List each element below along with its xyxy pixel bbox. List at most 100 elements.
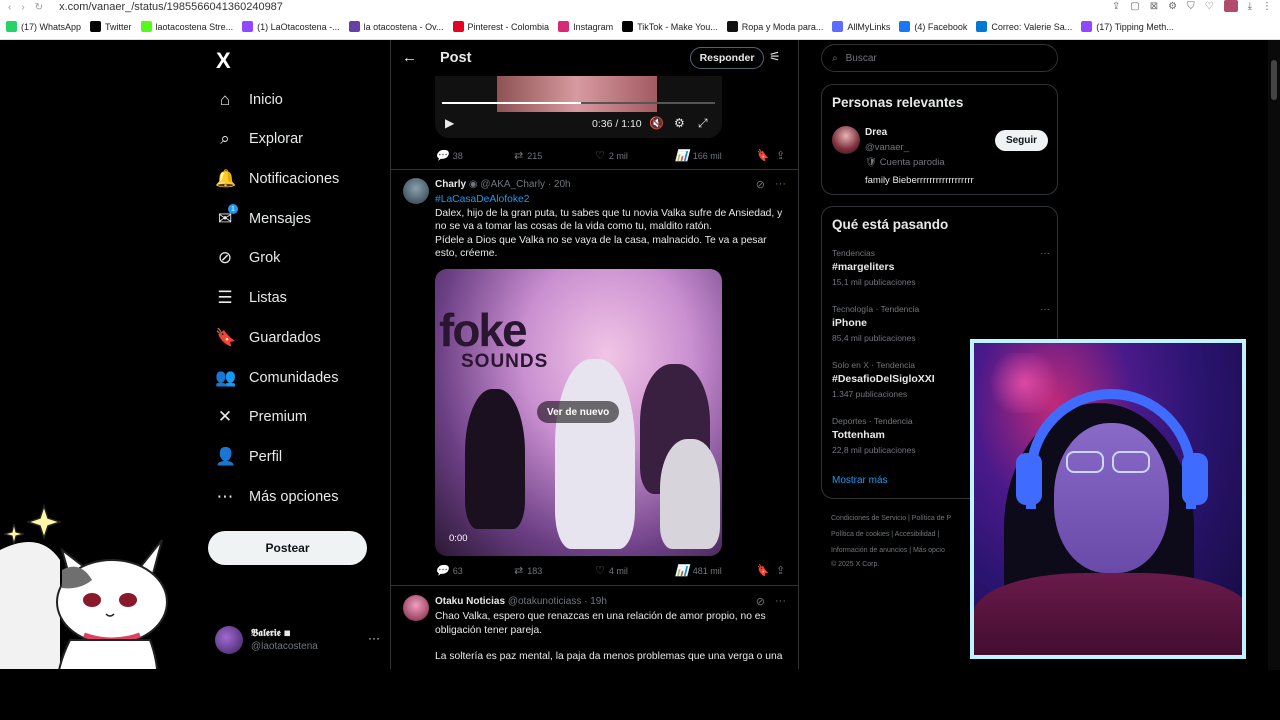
sidebar-item-guardados[interactable]: 🔖 Guardados [215, 323, 321, 353]
tabs-icon[interactable]: ▢ [1130, 1, 1139, 12]
reply-action[interactable]: 💬 63 [435, 564, 463, 577]
tweet-author-name[interactable]: Otaku Noticias [435, 596, 505, 607]
bookmark-item[interactable]: (17) WhatsApp [6, 21, 81, 32]
trend-item[interactable]: Tendencias #margeliters 15,1 mil publicaci… [832, 248, 1052, 287]
url-text[interactable]: x.com/vanaer_/status/1985566041360240987 [59, 1, 283, 13]
like-action[interactable]: ♡ 4 mil [595, 564, 628, 577]
like-action[interactable]: ♡ 2 mil [595, 149, 628, 162]
x-logo-icon[interactable]: X [216, 48, 231, 74]
bookmark-item[interactable]: la otacostena - Ov... [348, 21, 444, 32]
tweet-body-text: Chao Valka, espero que renazcas en una r… [435, 611, 766, 636]
search-icon: ⌕ [220, 129, 230, 148]
views-action[interactable]: 📊 166 mil [675, 149, 722, 162]
video-player[interactable]: ▶ 0:36 / 1:10 🔇 ⚙ ⤢ [435, 76, 722, 138]
post-button[interactable]: Postear [208, 531, 367, 565]
account-switcher[interactable]: 𝕭𝖆𝖑𝖊𝖗𝖎𝖊 ◾ @laotacostena ··· [215, 625, 380, 655]
extension-icon[interactable]: ⇪ [1112, 1, 1120, 12]
download-icon[interactable]: ⤓ [1248, 1, 1252, 12]
sidebar-item-label: Notificaciones [249, 171, 340, 187]
tune-icon[interactable]: ⚟ [769, 49, 781, 65]
more-icon[interactable]: ··· [368, 631, 380, 645]
video-progress-bar[interactable] [442, 102, 715, 104]
reload-icon[interactable]: ↻ [35, 2, 43, 13]
replay-button[interactable]: Ver de nuevo [537, 401, 620, 423]
trend-name: iPhone [832, 317, 868, 329]
avatar[interactable] [403, 178, 429, 204]
sidebar-item-notificaciones[interactable]: 🔔 Notificaciones [215, 164, 339, 194]
person-name[interactable]: Drea [865, 127, 887, 138]
bookmark-item[interactable]: (1) LaOtacostena -... [242, 21, 340, 32]
bookmark-label: Twitter [105, 21, 132, 32]
menu-icon[interactable]: ⋮ [1262, 1, 1272, 12]
bookmark-item[interactable]: TikTok - Make You... [622, 21, 718, 32]
avatar[interactable] [832, 126, 860, 154]
bookmark-item[interactable]: Correo: Valerie Sa... [976, 21, 1072, 32]
bookmark-item[interactable]: Pinterest - Colombia [452, 21, 549, 32]
sidebar-item-m-s-opciones[interactable]: ⋯ Más opciones [215, 482, 339, 512]
bookmark-item[interactable]: Ropa y Moda para... [726, 21, 823, 32]
scrollbar-thumb[interactable] [1271, 60, 1277, 100]
bookmark-item[interactable]: Twitter [90, 21, 132, 32]
views-action[interactable]: 📊 481 mil [675, 564, 722, 577]
more-icon[interactable]: ··· [775, 595, 786, 608]
profile-avatar[interactable] [1223, 0, 1238, 12]
more-icon[interactable]: ··· [775, 178, 786, 191]
share-icon[interactable]: ⇪ [776, 149, 785, 162]
footer-link[interactable]: Condiciones de Servicio | Política de P [831, 515, 951, 522]
follow-button[interactable]: Seguir [995, 130, 1048, 151]
more-icon[interactable]: ··· [1040, 248, 1050, 259]
bookmark-item[interactable]: AllMyLinks [832, 21, 890, 32]
sidebar-item-label: Comunidades [249, 370, 339, 386]
tweet-author-name[interactable]: Charly [435, 179, 466, 190]
tweet-author-handle[interactable]: @otakunoticiass · 19h [508, 596, 607, 607]
repost-action[interactable]: ⇄ 183 [514, 564, 542, 577]
search-input[interactable]: ⌕ Buscar [821, 44, 1058, 72]
hashtag-link[interactable]: #LaCasaDeAlofoke2 [435, 193, 787, 207]
sidebar-item-inicio[interactable]: ⌂ Inicio [215, 85, 283, 115]
back-icon[interactable]: ‹ [8, 2, 11, 13]
reply-action[interactable]: 💬 38 [435, 149, 463, 162]
footer-link[interactable]: Política de cookies | Accesibilidad | [831, 531, 939, 538]
bookmark-item[interactable]: Instagram [558, 21, 613, 32]
sidebar-item-comunidades[interactable]: 👥 Comunidades [215, 363, 338, 393]
repost-action[interactable]: ⇄ 215 [514, 149, 542, 162]
mute-icon[interactable]: 🔇 [649, 116, 664, 130]
sidebar-item-perfil[interactable]: 👤 Perfil [215, 442, 282, 472]
grok-icon[interactable]: ⊘ [756, 595, 765, 608]
shield-icon[interactable]: ⛉ [1187, 1, 1195, 12]
grok-icon[interactable]: ⊘ [756, 178, 765, 191]
bookmark-icon[interactable]: 🔖 [755, 149, 769, 162]
sidebar-item-listas[interactable]: ☰ Listas [215, 283, 287, 313]
avatar[interactable] [403, 595, 429, 621]
fullscreen-icon[interactable]: ⤢ [698, 116, 708, 131]
forward-icon[interactable]: › [21, 2, 24, 13]
bookmark-icon[interactable]: 🔖 [755, 564, 769, 577]
search-icon: ⌕ [832, 52, 838, 64]
bookmark-item[interactable]: (4) Facebook [899, 21, 967, 32]
settings-icon[interactable]: ⚙ [1168, 1, 1177, 12]
heart-icon[interactable]: ♡ [1205, 1, 1214, 12]
scrollbar-track[interactable] [1268, 40, 1280, 670]
sidebar-item-grok[interactable]: ⊘ Grok [215, 243, 281, 273]
tweet-author-handle[interactable]: @AKA_Charly · 20h [480, 179, 570, 190]
close-tab-icon[interactable]: ⊠ [1150, 1, 1158, 12]
bookmark-item[interactable]: laotacostena Stre... [140, 21, 233, 32]
bookmark-item[interactable]: (17) Tipping Meth... [1081, 21, 1174, 32]
video-player[interactable]: foke SOUNDS Ver de nuevo 0:00 [435, 269, 722, 556]
settings-icon[interactable]: ⚙ [674, 116, 685, 130]
back-arrow-icon[interactable]: ← [402, 49, 417, 66]
sidebar-item-premium[interactable]: ✕ Premium [215, 402, 307, 432]
person-handle[interactable]: @vanaer_ [865, 142, 909, 153]
more-icon[interactable]: ··· [1040, 304, 1050, 315]
play-icon[interactable]: ▶ [445, 116, 454, 130]
reply-button[interactable]: Responder [690, 47, 764, 69]
sidebar-item-explorar[interactable]: ⌕ Explorar [215, 124, 303, 154]
bookmark-favicon-icon [140, 21, 152, 32]
footer-link[interactable]: Información de anuncios | Más opcio [831, 547, 945, 554]
bookmark-label: TikTok - Make You... [637, 21, 718, 32]
show-more-link[interactable]: Mostrar más [832, 475, 888, 486]
list-icon: ☰ [217, 288, 233, 307]
sidebar-item-mensajes[interactable]: ✉ 1 Mensajes [215, 204, 311, 234]
share-icon[interactable]: ⇪ [776, 564, 785, 577]
trend-item[interactable]: Tecnología · Tendencia iPhone 85,4 mil pub… [832, 304, 1052, 343]
